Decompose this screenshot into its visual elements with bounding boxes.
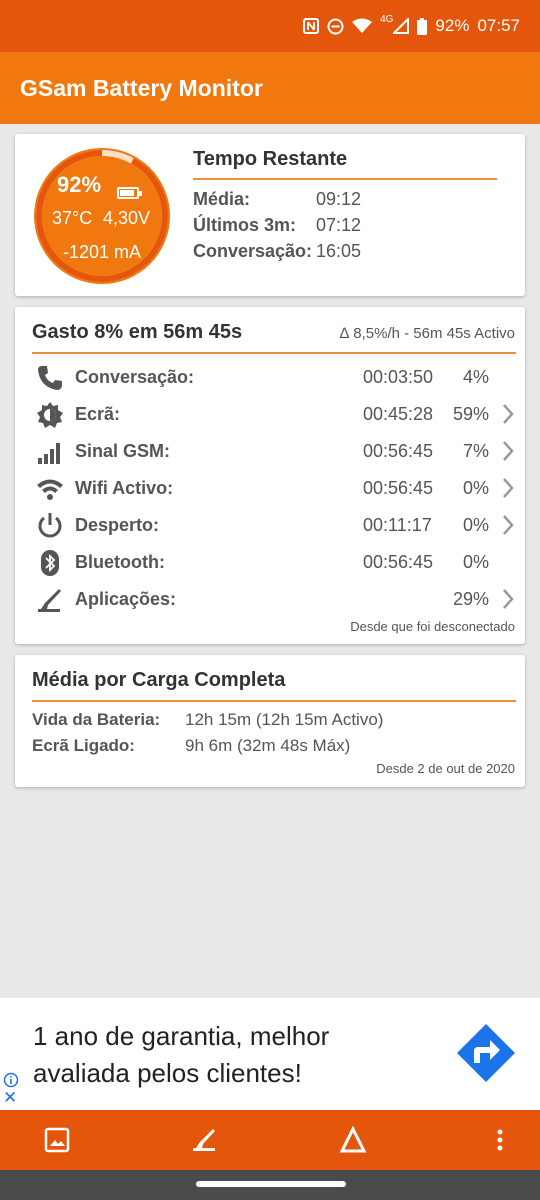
usage-percent: 4%	[462, 367, 489, 387]
battery-percent: 92%	[435, 16, 470, 35]
divider	[32, 700, 516, 702]
apps-icon[interactable]	[190, 1125, 220, 1155]
divider	[193, 178, 497, 180]
chevron-right-icon[interactable]	[501, 514, 515, 536]
gauge-voltage: 4,30V	[103, 208, 151, 228]
usage-label: Desperto:	[75, 515, 160, 535]
usage-row-awake[interactable]: Desperto: 00:11:17 0%	[15, 507, 525, 544]
usage-time: 00:56:45	[363, 478, 434, 498]
remaining-title: Tempo Restante	[193, 148, 348, 170]
usage-label: Bluetooth:	[75, 552, 165, 572]
gauge-percent: 92%	[57, 172, 102, 197]
nfc-icon	[303, 18, 320, 34]
network-type: 4G	[380, 14, 394, 25]
usage-percent: 29%	[452, 589, 489, 609]
usage-card: Gasto 8% em 56m 45s ∆ 8,5%/h - 56m 45s A…	[15, 307, 525, 644]
directions-arrow-icon[interactable]	[456, 1023, 516, 1083]
usage-row-bluetooth[interactable]: Bluetooth: 00:56:45 0%	[15, 544, 525, 581]
usage-time: 00:03:50	[363, 367, 434, 387]
remaining-label-last3m: Últimos 3m:	[193, 215, 297, 235]
usage-percent: 7%	[462, 441, 489, 461]
remaining-value-last3m: 07:12	[316, 215, 362, 235]
remaining-label-avg: Média:	[193, 189, 251, 209]
cell-signal-icon	[38, 443, 60, 464]
app-bar: GSam Battery Monitor	[0, 52, 540, 124]
remaining-label-talk: Conversação:	[193, 241, 313, 261]
usage-title: Gasto 8% em 56m 45s	[32, 321, 243, 343]
info-icon[interactable]	[3, 1072, 19, 1088]
wifi-icon	[352, 18, 373, 33]
phone-icon	[38, 366, 62, 390]
screen-on-value: 9h 6m (32m 48s Máx)	[185, 736, 351, 755]
status-bar: 4G 92% 07:57	[0, 0, 540, 52]
usage-time: 00:56:45	[363, 441, 434, 461]
battery-life-value: 12h 15m (12h 15m Activo)	[185, 710, 384, 729]
usage-row-apps[interactable]: Aplicações: 29%	[15, 581, 525, 618]
gauge-current: -1201 mA	[62, 242, 142, 262]
signal-icon	[393, 18, 410, 34]
chevron-right-icon[interactable]	[501, 477, 515, 499]
usage-label: Ecrã:	[75, 404, 121, 424]
bluetooth-icon	[41, 550, 59, 576]
dnd-icon	[327, 18, 344, 34]
usage-percent: 0%	[462, 478, 489, 498]
usage-percent: 0%	[462, 515, 489, 535]
wifi-icon	[37, 479, 63, 500]
gauge-readout: 92% 37°C 4,30V -1201 mA	[32, 146, 172, 286]
home-gesture-pill[interactable]	[196, 1181, 346, 1187]
usage-label: Conversação:	[75, 367, 195, 387]
close-icon[interactable]: ✕	[3, 1089, 17, 1106]
chevron-right-icon[interactable]	[501, 440, 515, 462]
screen-brightness-icon	[37, 402, 63, 428]
battery-life-label: Vida da Bateria:	[32, 710, 161, 729]
usage-footer: Desde que foi desconectado	[350, 619, 515, 634]
power-icon	[38, 513, 62, 538]
usage-label: Aplicações:	[75, 589, 177, 609]
delta-icon[interactable]	[338, 1125, 368, 1155]
usage-label: Wifi Activo:	[75, 478, 174, 498]
apps-icon	[38, 589, 61, 612]
usage-percent: 59%	[452, 404, 489, 424]
usage-row-screen[interactable]: Ecrã: 00:45:28 59%	[15, 396, 525, 433]
screen-on-label: Ecrã Ligado:	[32, 736, 135, 755]
remaining-value-avg: 09:12	[316, 189, 362, 209]
clock: 07:57	[477, 16, 520, 35]
bottom-toolbar	[0, 1110, 540, 1170]
full-charge-title: Média por Carga Completa	[32, 669, 286, 691]
usage-row-gsm[interactable]: Sinal GSM: 00:56:45 7%	[15, 433, 525, 470]
ad-text[interactable]: 1 ano de garantia, melhor avaliada pelos…	[33, 1018, 413, 1092]
usage-label: Sinal GSM:	[75, 441, 171, 461]
usage-row-wifi[interactable]: Wifi Activo: 00:56:45 0%	[15, 470, 525, 507]
full-charge-footer: Desde 2 de out de 2020	[376, 761, 515, 776]
battery-icon	[117, 187, 142, 199]
usage-percent: 0%	[462, 552, 489, 572]
usage-time: 00:56:45	[363, 552, 434, 572]
usage-time: 00:45:28	[363, 404, 434, 424]
system-nav-bar	[0, 1170, 540, 1200]
image-icon[interactable]	[42, 1125, 72, 1155]
gauge-temperature: 37°C	[52, 208, 93, 228]
ad-banner[interactable]: 1 ano de garantia, melhor avaliada pelos…	[0, 998, 540, 1110]
usage-row-talk[interactable]: Conversação: 00:03:50 4%	[15, 359, 525, 396]
remaining-value-talk: 16:05	[316, 241, 362, 261]
more-vert-icon[interactable]	[485, 1125, 515, 1155]
divider	[32, 352, 516, 354]
battery-icon	[417, 17, 428, 35]
battery-summary-card[interactable]: 92% 37°C 4,30V -1201 mA Tempo Restante M…	[15, 134, 525, 296]
full-charge-card: Média por Carga Completa Vida da Bateria…	[15, 655, 525, 787]
chevron-right-icon[interactable]	[501, 588, 515, 610]
usage-time: 00:11:17	[363, 515, 432, 535]
usage-subtitle: ∆ 8,5%/h - 56m 45s Activo	[339, 325, 515, 342]
chevron-right-icon[interactable]	[501, 403, 515, 425]
app-title: GSam Battery Monitor	[20, 74, 263, 101]
